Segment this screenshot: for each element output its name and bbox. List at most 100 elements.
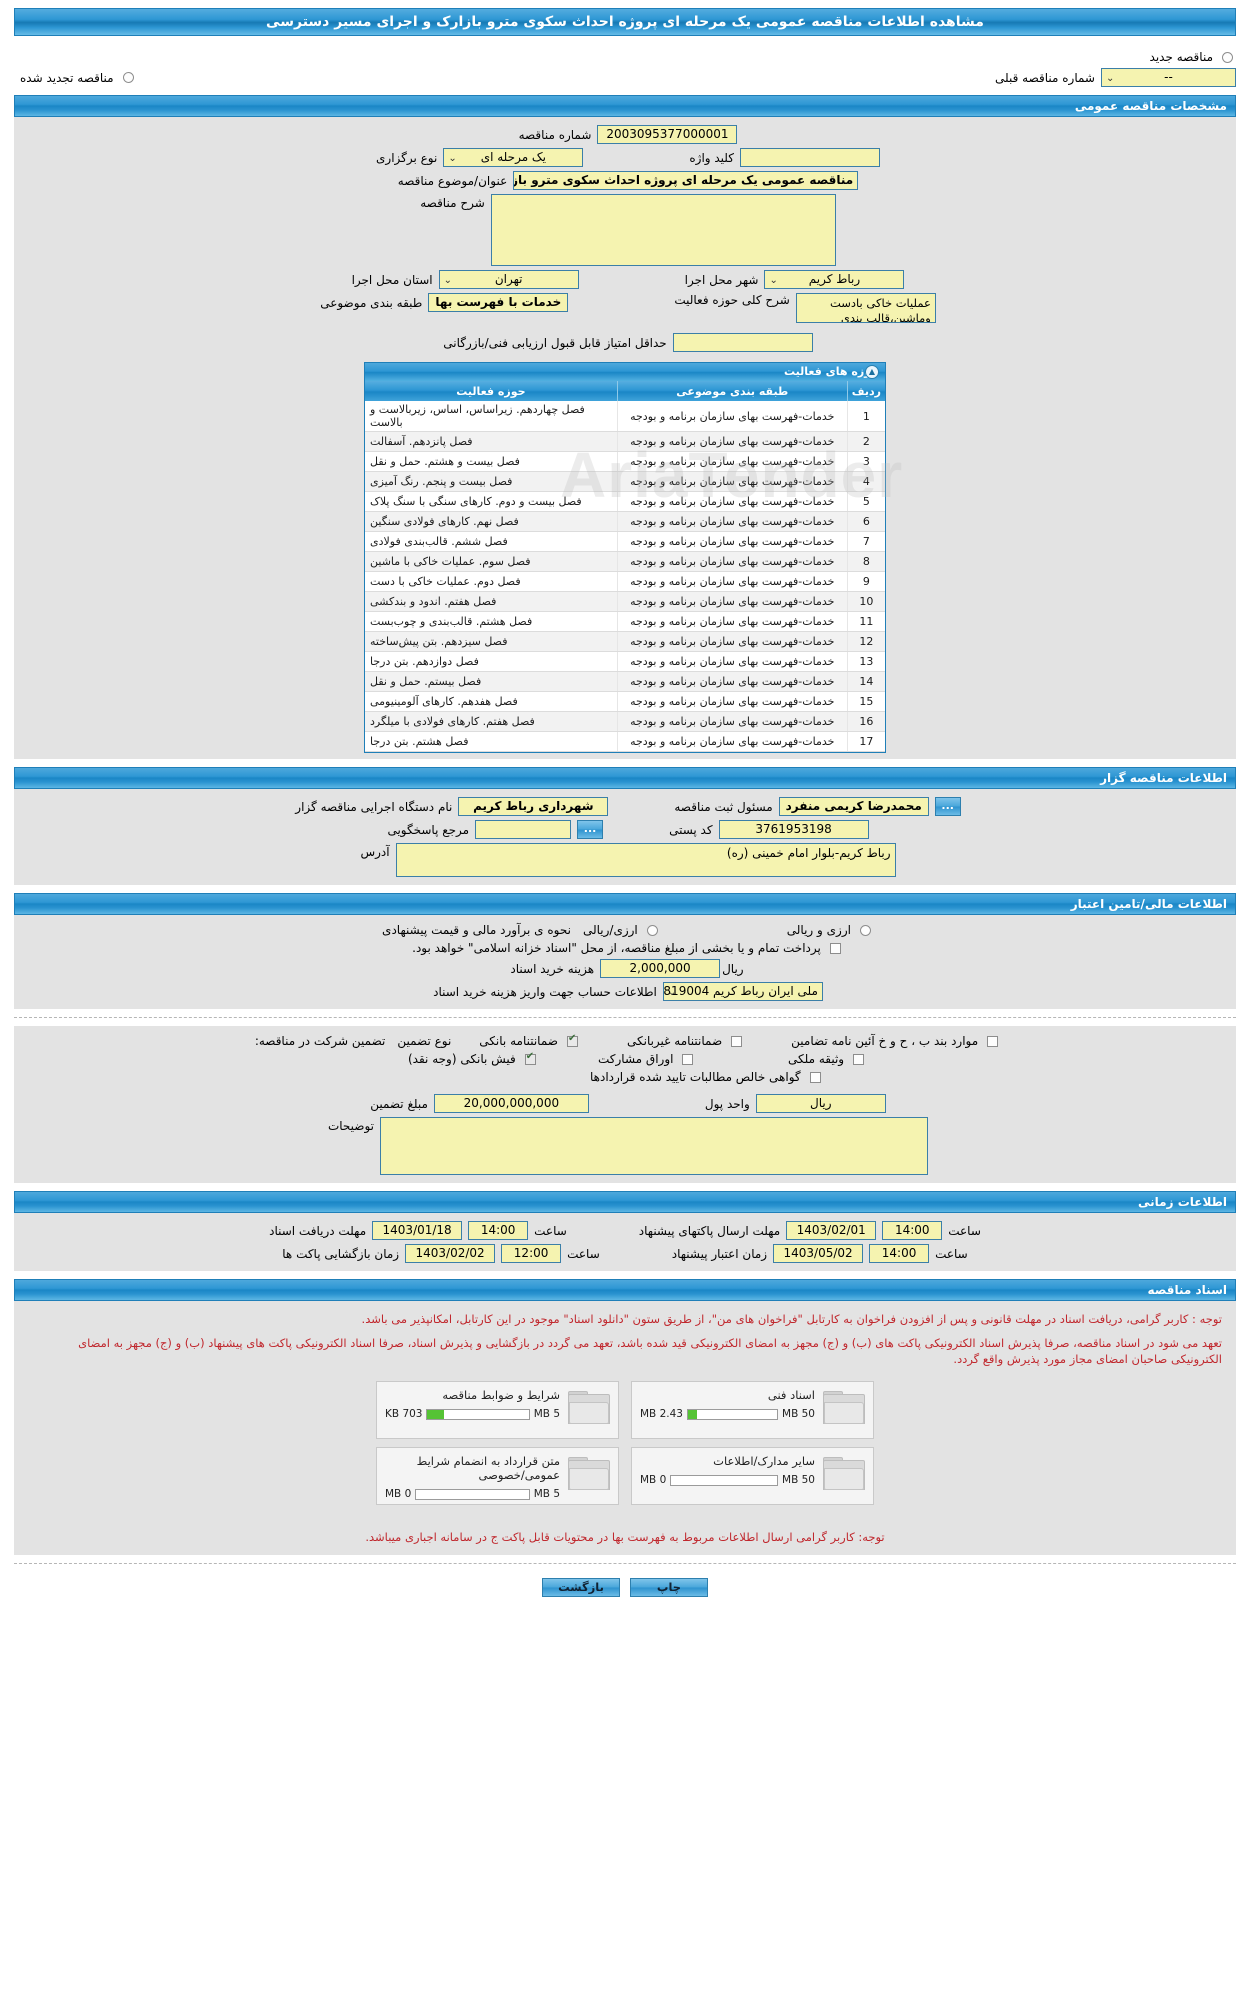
cell-activity-area: فصل پانزدهم. آسفالت <box>365 431 618 452</box>
cell-activity-area: فصل ششم. قالب‌بندی فولادی <box>365 531 618 552</box>
treasury-checkbox[interactable] <box>829 942 841 954</box>
tender-number-label: شماره مناقصه <box>518 127 592 142</box>
activity-areas-body: 1 خدمات-فهرست بهای سازمان برنامه و بودجه ف… <box>365 401 885 752</box>
validity-date-field[interactable]: 1403/05/02 <box>773 1244 864 1263</box>
guarantee-opt-5-checkbox[interactable] <box>682 1053 694 1065</box>
city-label: شهر محل اجرا <box>684 272 759 287</box>
guarantee-opt-4-checkbox[interactable] <box>524 1051 536 1065</box>
cell-radif: 14 <box>846 671 885 692</box>
chevron-down-icon: ⌄ <box>667 987 677 998</box>
cell-activity-area: فصل سیزدهم. بتن پیش‌ساخته <box>365 631 618 652</box>
chevron-down-icon: ⌄ <box>769 275 778 286</box>
open-date-field[interactable]: 1403/02/02 <box>405 1244 496 1263</box>
guarantee-opt-2-checkbox[interactable] <box>731 1035 743 1047</box>
cell-classification: خدمات-فهرست بهای سازمان برنامه و بودجه <box>616 731 848 752</box>
tender-description-textarea[interactable] <box>490 194 836 266</box>
activity-areas-table: ردیف طبقه بندی موضوعی حوزه فعالیت 1 خدمات… <box>365 381 885 752</box>
min-score-field[interactable] <box>672 333 813 352</box>
table-row: 5 خدمات-فهرست بهای سازمان برنامه و بودجه ف… <box>365 491 885 512</box>
document-title: اسناد فنی <box>767 1388 815 1402</box>
receive-docs-label: مهلت دریافت اسناد <box>269 1223 367 1238</box>
document-column-right: شرایط و ضوابط مناقصه 5 MB 703 KB متن قرا… <box>376 1381 619 1513</box>
guarantee-opt-6-label: وثیقه ملکی <box>788 1052 845 1066</box>
hold-type-select[interactable]: ⌄ یک مرحله ای <box>443 148 584 167</box>
table-row: 16 خدمات-فهرست بهای سازمان برنامه و بودجه… <box>365 711 885 732</box>
back-button[interactable]: بازگشت <box>542 1578 620 1597</box>
col-radif: ردیف <box>846 381 885 401</box>
cell-classification: خدمات-فهرست بهای سازمان برنامه و بودجه <box>616 691 848 712</box>
prev-tender-number-select[interactable]: ⌄ -- <box>1101 68 1236 87</box>
timing-section-title: اطلاعات زمانی <box>14 1191 1236 1213</box>
currency-field[interactable]: ریال <box>755 1094 886 1113</box>
tender-number-field[interactable]: 2003095377000001 <box>597 125 738 144</box>
guarantee-type-label: نوع تضمین <box>397 1034 452 1048</box>
documents-notice-1: توجه : کاربر گرامی، دریافت اسناد در مهلت… <box>361 1312 1222 1326</box>
document-card[interactable]: متن قرارداد به انضمام شرایط عمومی/خصوصی … <box>376 1447 619 1505</box>
cell-activity-area: فصل سوم. عملیات خاکی با ماشین <box>365 551 618 572</box>
province-select[interactable]: ⌄ تهران <box>438 270 579 289</box>
classification-field[interactable]: خدمات با فهرست بها <box>428 293 569 312</box>
contact-label: مرجع پاسخگویی <box>387 822 470 837</box>
keyword-field[interactable] <box>740 148 880 167</box>
registrar-lookup-button[interactable]: ... <box>934 797 961 816</box>
cell-radif: 2 <box>846 431 885 452</box>
cell-classification: خدمات-فهرست بهای سازمان برنامه و بودجه <box>616 511 848 532</box>
chevron-down-icon: ⌄ <box>443 275 453 286</box>
open-time-field[interactable]: 12:00 <box>501 1244 562 1263</box>
hold-type-label: نوع برگزاری <box>376 150 438 165</box>
submit-time-field[interactable]: 14:00 <box>882 1221 943 1240</box>
top-options: مناقصه جدید ⌄ -- شماره مناقصه قبلی مناقص… <box>14 44 1236 89</box>
table-row: 9 خدمات-فهرست بهای سازمان برنامه و بودجه ف… <box>365 571 885 592</box>
organization-name-field[interactable]: شهرداری رباط کریم <box>458 797 609 816</box>
cell-radif: 6 <box>846 511 885 532</box>
col-activity-area: حوزه فعالیت <box>365 381 618 401</box>
guarantee-opt-6-checkbox[interactable] <box>853 1053 865 1065</box>
guarantee-opt-1-checkbox[interactable] <box>566 1033 578 1047</box>
prev-tender-number-label: شماره مناقصه قبلی <box>995 70 1095 85</box>
guarantee-notes-textarea[interactable] <box>380 1117 929 1175</box>
table-row: 2 خدمات-فهرست بهای سازمان برنامه و بودجه ف… <box>365 431 885 452</box>
receive-docs-time-field[interactable]: 14:00 <box>468 1221 529 1240</box>
activity-scope-field[interactable]: عملیات خاکی بادست وماشین،قالب بندی <box>795 293 936 323</box>
contact-field[interactable] <box>475 820 572 839</box>
city-select[interactable]: ⌄ رباط کریم <box>764 270 905 289</box>
cell-classification: خدمات-فهرست بهای سازمان برنامه و بودجه <box>616 401 848 432</box>
cell-radif: 1 <box>846 401 885 432</box>
new-tender-radio[interactable] <box>1222 51 1233 63</box>
guarantee-amount-field[interactable]: 20,000,000,000 <box>433 1094 589 1113</box>
document-card[interactable]: سایر مدارک/اطلاعات 50 MB 0 MB <box>631 1447 874 1505</box>
doc-cost-field[interactable]: 2,000,000 <box>600 959 721 978</box>
address-field[interactable]: رباط کریم-بلوار امام خمینی (ره) <box>395 843 896 877</box>
document-size: 0 MB <box>640 1474 667 1486</box>
submit-time-label: ساعت <box>948 1223 981 1238</box>
tender-subject-field[interactable]: مناقصه عمومی یک مرحله ای پروژه احداث سکو… <box>513 171 859 190</box>
print-button[interactable]: چاپ <box>630 1578 708 1597</box>
cell-radif: 13 <box>846 651 885 672</box>
cell-classification: خدمات-فهرست بهای سازمان برنامه و بودجه <box>616 651 848 672</box>
guarantee-opt-3-checkbox[interactable] <box>987 1035 999 1047</box>
bank-account-select[interactable]: ⌄ ملی ایران رباط کریم 819004 <box>662 982 823 1001</box>
estimate-rial-radio[interactable] <box>646 924 658 936</box>
table-row: 13 خدمات-فهرست بهای سازمان برنامه و بودجه… <box>365 651 885 672</box>
cell-activity-area: فصل دوازدهم. بتن درجا <box>365 651 618 672</box>
estimate-both-radio[interactable] <box>859 924 871 936</box>
folder-icon <box>568 1391 610 1425</box>
activity-scope-label: شرح کلی حوزه فعالیت <box>674 293 790 307</box>
cell-activity-area: فصل هفدهم. کارهای آلومینیومی <box>365 691 618 712</box>
timing-section-body: ساعت 14:00 1403/02/01 مهلت ارسال پاکتهای… <box>14 1213 1236 1271</box>
renewed-tender-radio[interactable] <box>122 72 134 83</box>
receive-docs-date-field[interactable]: 1403/01/18 <box>372 1221 463 1240</box>
collapse-icon[interactable]: ▲ <box>865 365 879 379</box>
footer-buttons: چاپ بازگشت <box>0 1578 1250 1607</box>
documents-section: اسناد مناقصه توجه : کاربر گرامی، دریافت … <box>14 1279 1236 1555</box>
postal-code-field[interactable]: 3761953198 <box>718 820 869 839</box>
document-card[interactable]: اسناد فنی 50 MB 2.43 MB <box>631 1381 874 1439</box>
submit-date-field[interactable]: 1403/02/01 <box>786 1221 877 1240</box>
cell-activity-area: فصل بیست و هشتم. حمل و نقل <box>365 451 618 472</box>
registrar-field[interactable]: محمدرضا کریمی منفرد <box>778 797 929 816</box>
contact-lookup-button[interactable]: ... <box>577 820 604 839</box>
validity-time-field[interactable]: 14:00 <box>869 1244 930 1263</box>
tender-description-label: شرح مناقصه <box>420 196 485 210</box>
guarantee-opt-7-checkbox[interactable] <box>809 1071 821 1083</box>
document-card[interactable]: شرایط و ضوابط مناقصه 5 MB 703 KB <box>376 1381 619 1439</box>
